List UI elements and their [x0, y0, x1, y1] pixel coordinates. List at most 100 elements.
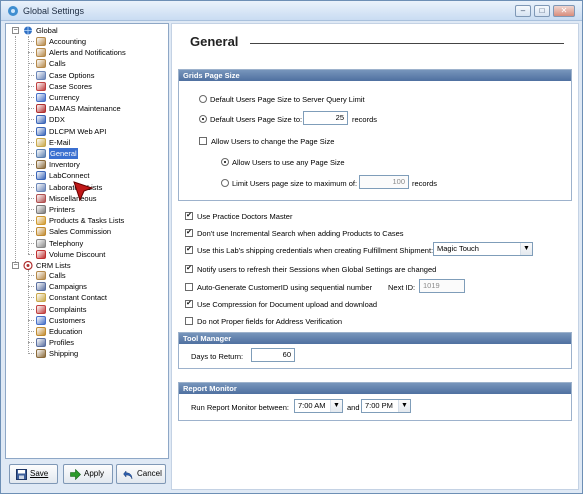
sidebar-item-label: Products & Tasks Lists — [49, 216, 125, 226]
sidebar-item-miscellaneous[interactable]: Miscellaneous — [28, 193, 166, 204]
tree-root-label: Global — [36, 26, 58, 35]
radio-button[interactable] — [221, 158, 229, 166]
sidebar-item-label: Accounting — [49, 37, 87, 46]
next-id-input[interactable]: 1019 — [419, 279, 465, 293]
close-button[interactable]: ✕ — [553, 5, 575, 17]
tree-root-global[interactable]: − Global — [10, 25, 160, 36]
sidebar-item-printers[interactable]: Printers — [28, 204, 166, 215]
sidebar-item-calls[interactable]: Calls — [28, 270, 166, 281]
tree-connector — [28, 242, 34, 244]
report-monitor-group: Report Monitor Run Report Monitor betwee… — [178, 382, 572, 421]
tree-connector — [28, 209, 34, 210]
sidebar-item-telephony[interactable]: Telephony — [28, 238, 166, 249]
sidebar-item-accounting[interactable]: Accounting — [28, 36, 166, 47]
sidebar-item-currency[interactable]: Currency — [28, 92, 166, 103]
checkbox[interactable] — [185, 265, 193, 273]
radio-button[interactable] — [199, 115, 207, 123]
checkbox[interactable] — [185, 246, 193, 254]
sidebar-item-label: Inventory — [49, 160, 80, 170]
products-icon — [36, 216, 46, 226]
checkbox[interactable] — [185, 212, 193, 220]
records-label: records — [352, 115, 378, 124]
undo-icon — [123, 470, 133, 480]
selected-value: 7:00 PM — [365, 401, 393, 410]
sidebar-item-calls[interactable]: Calls — [28, 58, 166, 69]
radio-button[interactable] — [221, 179, 229, 187]
sidebar-item-damas-maintenance[interactable]: DAMAS Maintenance — [28, 103, 166, 114]
maximize-button[interactable]: □ — [534, 5, 550, 17]
checkbox[interactable] — [185, 283, 193, 291]
checkbox[interactable] — [185, 300, 193, 308]
option-label: Do not Proper fields for Address Verific… — [197, 317, 343, 326]
radio-button[interactable] — [199, 95, 207, 103]
pencil-icon — [36, 271, 46, 280]
sidebar-item-customers[interactable]: Customers — [28, 315, 166, 326]
profiles-icon — [36, 338, 46, 348]
tree-connector — [28, 353, 34, 355]
tree-connector — [28, 119, 34, 121]
sidebar-item-label: Telephony — [49, 238, 84, 248]
misc-icon — [36, 193, 46, 203]
sidebar-item-label: General — [49, 148, 78, 159]
mouse-pointer-icon — [73, 181, 94, 202]
checkbox[interactable] — [185, 317, 193, 325]
collapse-toggle[interactable]: − — [12, 262, 19, 269]
sidebar-item-products-tasks-lists[interactable]: Products & Tasks Lists — [28, 215, 166, 226]
sidebar-item-profiles[interactable]: Profiles — [28, 337, 166, 348]
sidebar-item-alerts-and-notifications[interactable]: Alerts and Notifications — [28, 47, 166, 58]
sidebar-item-dlcpm-web-api[interactable]: DLCPM Web API — [28, 126, 166, 137]
checkbox[interactable] — [185, 229, 193, 237]
sidebar-item-inventory[interactable]: Inventory — [28, 159, 166, 170]
tree-connector — [28, 130, 34, 132]
save-label: Save — [30, 469, 49, 478]
start-time-select[interactable]: 7:00 AM ▼ — [294, 399, 343, 413]
sidebar-item-labconnect[interactable]: LabConnect — [28, 170, 166, 181]
apply-button[interactable]: Apply — [63, 464, 113, 484]
action-button-bar: Save Apply Cancel — [5, 460, 169, 490]
tree-connector — [28, 220, 34, 222]
limit-page-size-input[interactable]: 100 — [359, 175, 409, 189]
tree-connector — [28, 85, 34, 87]
checkbox[interactable] — [199, 137, 207, 145]
pen-icon — [36, 126, 46, 136]
minimize-button[interactable]: – — [515, 5, 531, 17]
sidebar-item-sales-commission[interactable]: Sales Commission — [28, 226, 166, 237]
chevron-down-icon[interactable]: ▼ — [520, 243, 532, 255]
sidebar-item-general[interactable]: General — [28, 148, 166, 159]
collapse-toggle[interactable]: − — [12, 27, 19, 34]
save-button[interactable]: Save — [9, 464, 58, 484]
sidebar-item-constant-contact[interactable]: Constant Contact — [28, 292, 166, 303]
sidebar-item-volume-discount[interactable]: Volume Discount — [28, 249, 166, 260]
run-report-label: Run Report Monitor between: — [191, 403, 289, 412]
sidebar-item-education[interactable]: Education — [28, 326, 166, 337]
title-rule — [250, 43, 564, 44]
shipping-account-select[interactable]: Magic Touch ▼ — [433, 242, 533, 256]
sidebar-item-complaints[interactable]: Complaints — [28, 304, 166, 315]
default-page-size-input[interactable]: 25 — [303, 111, 348, 125]
sidebar-item-campaigns[interactable]: Campaigns — [28, 281, 166, 292]
settings-app-icon — [8, 6, 18, 16]
settings-tree[interactable]: − Global Accounting Alerts and Notificati… — [5, 23, 169, 459]
and-label: and — [347, 403, 360, 412]
pencil-icon — [36, 59, 46, 69]
crm-icon — [23, 261, 33, 270]
sidebar-item-shipping[interactable]: Shipping — [28, 348, 166, 359]
end-time-select[interactable]: 7:00 PM ▼ — [361, 399, 411, 413]
sidebar-item-laboratory-lists[interactable]: Laboratory Lists — [28, 182, 166, 193]
pen-icon — [36, 115, 46, 125]
days-to-return-input[interactable]: 60 — [251, 348, 295, 362]
arrow-right-icon — [70, 469, 81, 480]
sidebar-item-label: Volume Discount — [49, 249, 106, 259]
general-settings-panel: General Grids Page Size Default Users Pa… — [171, 23, 579, 490]
chevron-down-icon[interactable]: ▼ — [398, 400, 410, 412]
sidebar-item-e-mail[interactable]: E-Mail — [28, 137, 166, 148]
sidebar-item-case-options[interactable]: Case Options — [28, 70, 166, 81]
sidebar-item-case-scores[interactable]: Case Scores — [28, 81, 166, 92]
sidebar-item-label: Campaigns — [49, 282, 87, 292]
inventory-icon — [36, 160, 46, 170]
chevron-down-icon[interactable]: ▼ — [330, 400, 342, 412]
tree-connector — [28, 74, 34, 76]
sidebar-item-ddx[interactable]: DDX — [28, 114, 166, 125]
sidebar-item-label: Case Options — [49, 70, 95, 80]
cancel-button[interactable]: Cancel — [116, 464, 166, 484]
